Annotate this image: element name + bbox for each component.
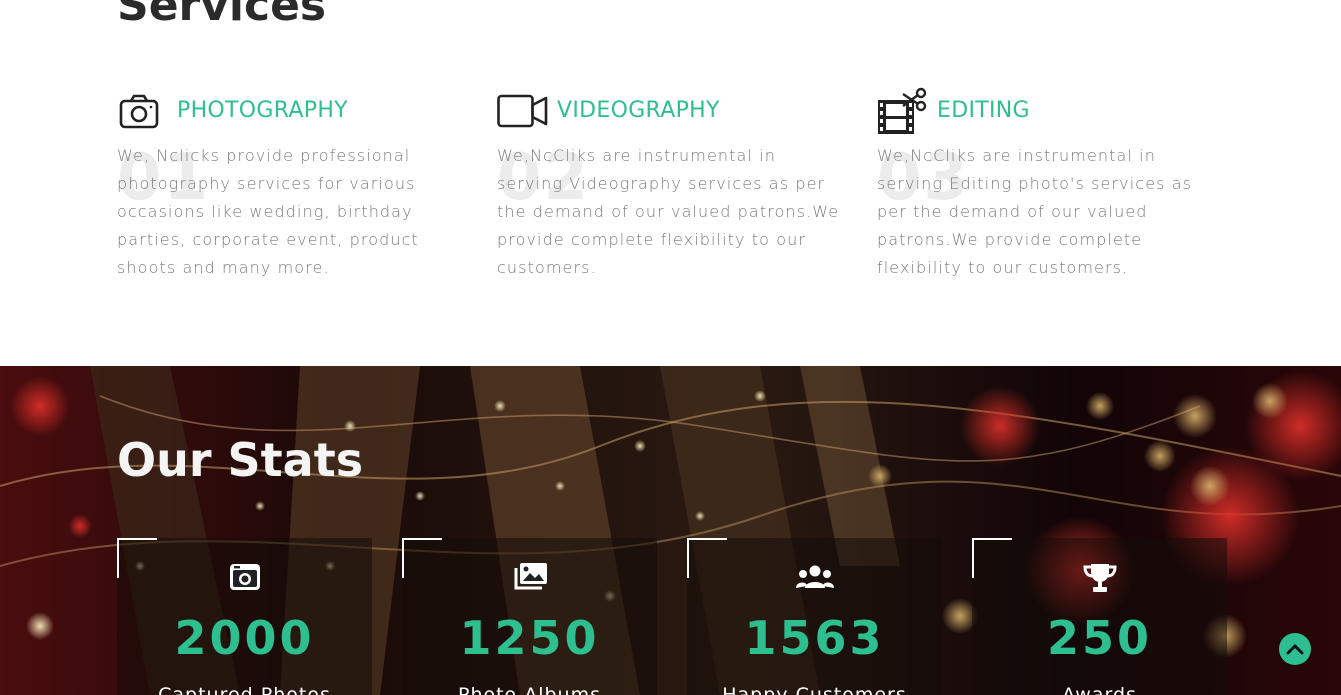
- stat-label: Photo Albums: [457, 684, 602, 695]
- stat-card-albums: 1250 Photo Albums: [402, 538, 657, 695]
- service-header: PHOTOGRAPHY: [117, 88, 462, 134]
- stat-number: 2000: [174, 611, 315, 665]
- stats-title: Our Stats: [117, 433, 364, 487]
- service-header: EDITING: [877, 87, 1222, 134]
- stat-label: Awards: [1062, 684, 1137, 695]
- video-camera-icon: [497, 88, 549, 134]
- stat-card-customers: 1563 Happy Customers: [687, 538, 942, 695]
- stats-section: Our Stats 2000 Captured Photos 1250 Phot…: [0, 366, 1341, 695]
- stat-number: 1563: [744, 611, 885, 665]
- stat-number: 1250: [459, 611, 600, 665]
- camera-icon: [117, 562, 372, 594]
- service-photography: PHOTOGRAPHY 01 We, Nclicks provide profe…: [117, 88, 462, 282]
- service-description: We,NcCliks are instrumental in serving V…: [497, 146, 840, 277]
- service-description: We, Nclicks provide professional photogr…: [117, 146, 419, 277]
- stat-card-photos: 2000 Captured Photos: [117, 538, 372, 695]
- service-videography: VIDEOGRAPHY 02 We,NcCliks are instrument…: [497, 88, 842, 282]
- service-name: PHOTOGRAPHY: [177, 97, 348, 123]
- trophy-icon: [972, 562, 1227, 594]
- service-name: EDITING: [937, 97, 1030, 123]
- stat-label: Captured Photos: [158, 684, 331, 695]
- stat-card-awards: 250 Awards: [972, 538, 1227, 695]
- service-editing: EDITING 03 We,NcCliks are instrumental i…: [877, 87, 1222, 282]
- service-name: VIDEOGRAPHY: [557, 97, 720, 123]
- film-editing-icon: [877, 87, 929, 134]
- stat-number: 250: [1046, 611, 1153, 665]
- scroll-to-top-button[interactable]: [1279, 633, 1311, 665]
- users-icon: [687, 562, 942, 594]
- camera-icon: [117, 88, 169, 134]
- services-title: Services: [117, 0, 327, 31]
- service-description: We,NcCliks are instrumental in serving E…: [877, 146, 1193, 277]
- photo-album-icon: [402, 562, 657, 594]
- service-header: VIDEOGRAPHY: [497, 88, 842, 134]
- chevron-up-icon: [1286, 644, 1304, 655]
- services-section: Services PHOTOGRAPHY 01 We, Nclicks prov…: [0, 0, 1341, 366]
- stat-label: Happy Customers: [722, 684, 907, 695]
